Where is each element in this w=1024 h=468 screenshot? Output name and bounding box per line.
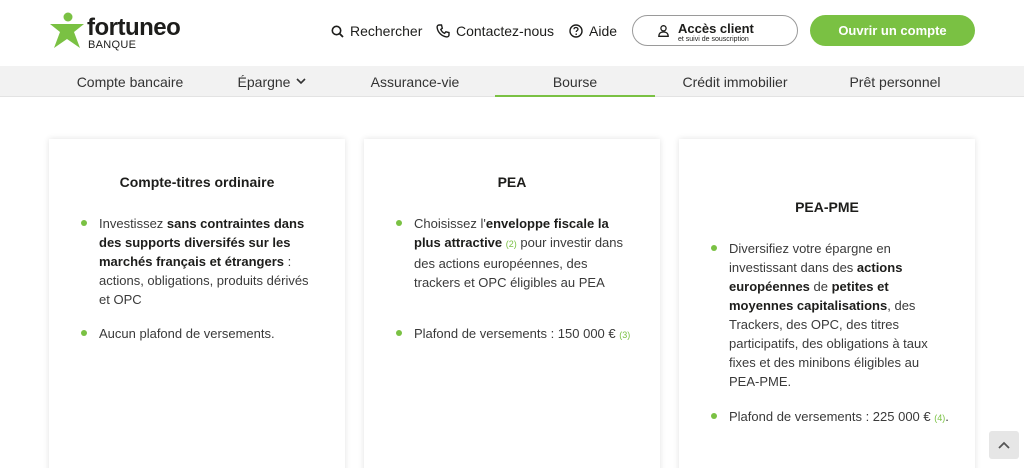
nav-item-label: Prêt personnel: [849, 73, 941, 90]
nav-item-label: Assurance-vie: [370, 73, 460, 90]
fortuneo-logo[interactable]: fortuneo BANQUE: [50, 12, 190, 54]
nav-item-epargne[interactable]: Épargne: [212, 66, 332, 97]
phone-icon: [436, 24, 450, 38]
user-icon: [658, 25, 669, 37]
bullet-dot: [396, 330, 402, 336]
main-nav: Compte bancaire Épargne Assurance-vie Bo…: [0, 66, 1024, 97]
card-pea: PEA Choisissez l'enveloppe fiscale la pl…: [364, 139, 660, 468]
footnote-link[interactable]: (2): [506, 239, 517, 249]
footnote-link[interactable]: (4): [934, 413, 945, 423]
nav-item-pret-personnel[interactable]: Prêt personnel: [830, 66, 960, 97]
help-icon: [569, 24, 583, 38]
help-link[interactable]: Aide: [569, 21, 617, 41]
bullet-dot: [81, 330, 87, 336]
site-header: fortuneo BANQUE Rechercher Contactez-nou…: [0, 0, 1024, 66]
bullet-dot: [711, 413, 717, 419]
nav-item-credit-immobilier[interactable]: Crédit immobilier: [665, 66, 805, 97]
nav-item-label: Compte bancaire: [76, 73, 184, 90]
main-content: Compte-titres ordinaire Investissez sans…: [0, 97, 1024, 468]
search-label: Rechercher: [350, 23, 423, 39]
help-label: Aide: [589, 23, 618, 39]
card-pea-pme: PEA-PME Diversifiez votre épargne en inv…: [679, 139, 975, 468]
scroll-to-top-button[interactable]: [989, 431, 1019, 459]
chevron-up-icon: [998, 441, 1010, 449]
bullet-dot: [711, 245, 717, 251]
nav-item-compte-bancaire[interactable]: Compte bancaire: [48, 66, 212, 97]
brand-sub: BANQUE: [88, 39, 137, 51]
contact-label: Contactez-nous: [456, 23, 555, 39]
client-access-label: Accès client: [678, 21, 754, 36]
card-bullet: Plafond de versements : 225 000 € (4).: [711, 407, 951, 428]
contact-link[interactable]: Contactez-nous: [436, 21, 554, 41]
card-bullet: Aucun plafond de versements.: [81, 324, 321, 343]
card-bullet: Investissez sans contraintes dans des su…: [81, 214, 321, 309]
open-account-button[interactable]: Ouvrir un compte: [810, 15, 975, 46]
card-title: PEA-PME: [795, 199, 859, 215]
nav-item-assurance-vie[interactable]: Assurance-vie: [350, 66, 480, 97]
card-title: PEA: [497, 174, 527, 190]
client-access-button[interactable]: Accès client et suivi de souscription: [632, 15, 798, 46]
search-link[interactable]: Rechercher: [331, 21, 422, 41]
client-access-sublabel: et suivi de souscription: [678, 36, 749, 43]
card-bullet: Choisissez l'enveloppe fiscale la plus a…: [396, 214, 636, 292]
footnote-link[interactable]: (3): [619, 330, 630, 340]
nav-item-label: Épargne: [237, 73, 291, 90]
card-title: Compte-titres ordinaire: [119, 174, 275, 190]
nav-item-label: Crédit immobilier: [682, 73, 788, 90]
nav-item-bourse[interactable]: Bourse: [495, 66, 655, 97]
card-bullet: Diversifiez votre épargne en investissan…: [711, 239, 951, 391]
bullet-dot: [81, 220, 87, 226]
nav-item-label: Bourse: [552, 73, 598, 90]
card-compte-titres: Compte-titres ordinaire Investissez sans…: [49, 139, 345, 468]
card-bullet: Plafond de versements : 150 000 € (3): [396, 324, 636, 345]
chevron-down-icon: [296, 78, 307, 85]
bullet-dot: [396, 220, 402, 226]
search-icon: [331, 25, 344, 38]
star-logo-icon: [50, 12, 84, 48]
brand-name: fortuneo: [87, 14, 181, 41]
